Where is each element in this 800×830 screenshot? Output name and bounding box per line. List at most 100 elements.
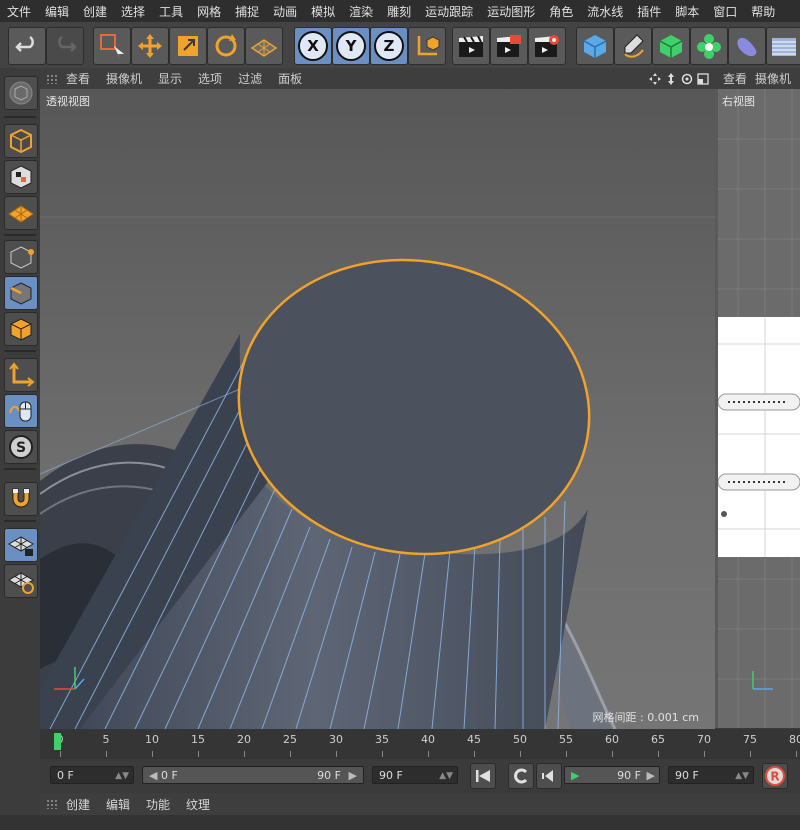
end-frame-field[interactable]: 90 F ▲▼ — [372, 766, 458, 784]
workplane-lock-button[interactable] — [4, 528, 38, 562]
render-view-button[interactable] — [452, 27, 490, 65]
coordinate-system-icon — [417, 36, 440, 56]
snap-button[interactable] — [4, 482, 38, 516]
add-subdivision-button[interactable] — [652, 27, 690, 65]
timeline-tick-label: 35 — [375, 733, 389, 746]
rotate-view-icon[interactable] — [681, 73, 693, 85]
main-toolbar: X Y Z — [0, 22, 800, 69]
menu-mesh[interactable]: 网格 — [190, 3, 228, 20]
menu-motion-tracking[interactable]: 运动跟踪 — [418, 3, 480, 20]
menu-plugins[interactable]: 插件 — [630, 3, 668, 20]
max-frame-field[interactable]: 90 F ▲▼ — [668, 766, 754, 784]
menu-script[interactable]: 脚本 — [668, 3, 706, 20]
scale-tool-button[interactable] — [169, 27, 207, 65]
menu-edit[interactable]: 编辑 — [38, 3, 76, 20]
menu-help[interactable]: 帮助 — [744, 3, 782, 20]
menu-render[interactable]: 渲染 — [342, 3, 380, 20]
material-menu-create[interactable]: 创建 — [58, 796, 98, 813]
add-floor-button[interactable] — [766, 27, 800, 65]
timeline-tick-label: 55 — [559, 733, 573, 746]
x-axis-lock-button[interactable]: X — [294, 27, 332, 65]
pan-view-icon[interactable] — [649, 72, 661, 85]
redo-button[interactable] — [46, 27, 84, 65]
add-cube-button[interactable] — [576, 27, 614, 65]
timeline-tick-label: 70 — [697, 733, 711, 746]
menu-snap[interactable]: 捕捉 — [228, 3, 266, 20]
preview-max-field[interactable]: ▶ 90 F ▶ — [564, 766, 660, 784]
workplane-mode-button[interactable] — [4, 196, 38, 230]
main-menubar: 文件 编辑 创建 选择 工具 网格 捕捉 动画 模拟 渲染 雕刻 运动跟踪 运动… — [0, 0, 800, 22]
material-menu-edit[interactable]: 编辑 — [98, 796, 138, 813]
edges-mode-button[interactable] — [4, 276, 38, 310]
menu-tools[interactable]: 工具 — [152, 3, 190, 20]
axis-mode-icon — [9, 362, 35, 387]
menu-pipeline[interactable]: 流水线 — [580, 3, 630, 20]
tweak-mode-button[interactable] — [4, 394, 38, 428]
go-to-start-button[interactable] — [470, 763, 496, 789]
menu-select[interactable]: 选择 — [114, 3, 152, 20]
live-selection-button[interactable] — [93, 27, 131, 65]
material-panel-grip-icon[interactable] — [46, 799, 58, 809]
loop-button[interactable] — [508, 763, 534, 789]
zoom-view-icon[interactable] — [665, 72, 677, 85]
timeline-tick-mark — [60, 751, 61, 757]
add-deformer-button[interactable] — [728, 27, 766, 65]
step-back-button[interactable] — [536, 763, 562, 789]
rotate-tool-button[interactable] — [207, 27, 245, 65]
undo-button[interactable] — [8, 27, 46, 65]
menu-simulate[interactable]: 模拟 — [304, 3, 342, 20]
render-settings-button[interactable] — [528, 27, 566, 65]
render-to-picture-viewer-button[interactable] — [490, 27, 528, 65]
timeline-tick-mark — [520, 751, 521, 757]
playhead[interactable] — [54, 733, 61, 750]
right-viewport[interactable]: 右视图 — [718, 89, 800, 728]
z-axis-lock-button[interactable]: Z — [370, 27, 408, 65]
record-button[interactable]: R — [762, 763, 788, 789]
polygons-mode-button[interactable] — [4, 312, 38, 346]
last-tool-button[interactable] — [245, 27, 283, 65]
move-tool-button[interactable] — [131, 27, 169, 65]
timeline-tick-mark — [152, 751, 153, 757]
menu-window[interactable]: 窗口 — [706, 3, 744, 20]
maximize-view-icon[interactable] — [697, 72, 709, 85]
workplane-align-button[interactable] — [4, 564, 38, 598]
scale-icon — [178, 36, 198, 56]
solo-mode-button[interactable]: S — [4, 430, 38, 464]
menu-mograph[interactable]: 运动图形 — [480, 3, 542, 20]
menu-file[interactable]: 文件 — [0, 3, 38, 20]
panel-grip-icon[interactable] — [46, 73, 58, 84]
material-menu-texture[interactable]: 纹理 — [178, 796, 218, 813]
right-viewport-menu-view[interactable]: 查看 — [715, 70, 747, 87]
add-pen-spline-button[interactable] — [614, 27, 652, 65]
texture-mode-button[interactable] — [4, 160, 38, 194]
viewport-menu-view[interactable]: 查看 — [58, 70, 98, 87]
points-mode-button[interactable] — [4, 240, 38, 274]
add-cloner-button[interactable] — [690, 27, 728, 65]
viewport-menu-cameras[interactable]: 摄像机 — [98, 70, 150, 87]
menu-animate[interactable]: 动画 — [266, 3, 304, 20]
menu-sculpt[interactable]: 雕刻 — [380, 3, 418, 20]
timeline-tick-label: 10 — [145, 733, 159, 746]
axis-mode-button[interactable] — [4, 358, 38, 392]
make-editable-button[interactable] — [4, 76, 38, 110]
menu-character[interactable]: 角色 — [542, 3, 580, 20]
y-axis-lock-button[interactable]: Y — [332, 27, 370, 65]
perspective-viewport[interactable]: 透视视图 网格间距 : 0.001 cm — [40, 89, 715, 729]
right-viewport-menu-cameras[interactable]: 摄像机 — [747, 70, 791, 87]
timeline-tick-label: 15 — [191, 733, 205, 746]
timeline-ruler[interactable]: 05101520253035404550556065707580 — [40, 729, 800, 759]
start-frame-field[interactable]: 0 F ▲▼ — [50, 766, 134, 784]
material-menu-function[interactable]: 功能 — [138, 796, 178, 813]
viewport-label: 透视视图 — [46, 95, 90, 108]
timeline-tick-label: 25 — [283, 733, 297, 746]
viewport-menu-panel[interactable]: 面板 — [270, 70, 310, 87]
right-viewport-menubar: 查看 摄像机 — [715, 68, 800, 89]
viewport-menu-options[interactable]: 选项 — [190, 70, 230, 87]
timeline-tick-mark — [796, 751, 797, 757]
model-mode-button[interactable] — [4, 124, 38, 158]
viewport-menu-filter[interactable]: 过滤 — [230, 70, 270, 87]
preview-range-slider[interactable]: ◀ 0 F 90 F ▶ — [142, 766, 364, 784]
viewport-menu-display[interactable]: 显示 — [150, 70, 190, 87]
menu-create[interactable]: 创建 — [76, 3, 114, 20]
coordinate-system-button[interactable] — [408, 27, 446, 65]
